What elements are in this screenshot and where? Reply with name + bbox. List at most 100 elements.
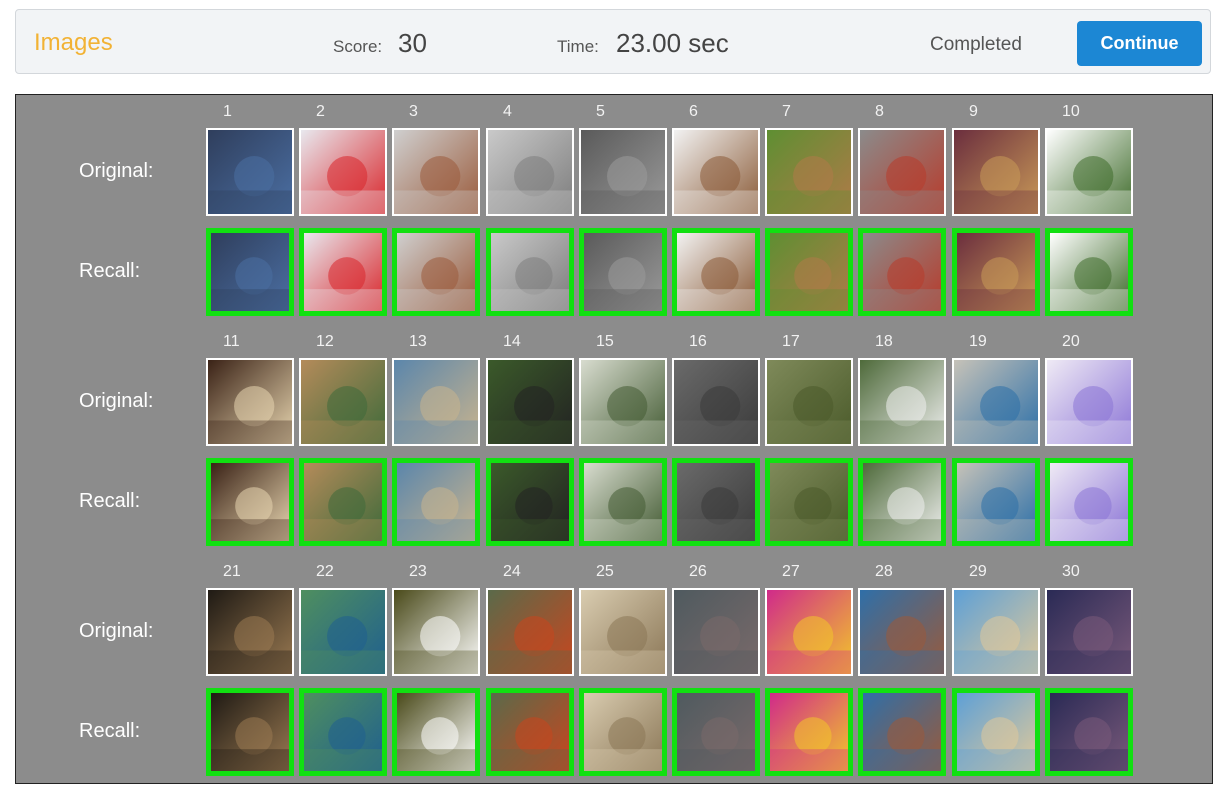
image-number: 15 [596,333,614,350]
original-row-label: Original: [79,160,154,182]
image-number: 13 [409,333,427,350]
image-number: 20 [1062,333,1080,350]
recall-image-7 [765,228,853,316]
image-number: 28 [875,563,893,580]
image-number: 3 [409,103,418,120]
recall-image-6 [672,228,760,316]
recall-image-23 [392,688,480,776]
time-value: 23.00 sec [616,28,729,58]
image-number: 23 [409,563,427,580]
image-number: 30 [1062,563,1080,580]
recall-image-3 [392,228,480,316]
recall-row-label: Recall: [79,720,141,742]
original-image-27 [765,588,853,676]
original-image-1 [206,128,294,216]
image-number: 21 [223,563,241,580]
image-group-3: Original: Recall: 21 22 23 24 25 26 27 28 29 30 [16,555,1212,785]
page-title: Images [34,29,113,56]
original-image-15 [579,358,667,446]
image-number: 19 [969,333,987,350]
original-image-19 [952,358,1040,446]
recall-image-25 [579,688,667,776]
image-number: 27 [782,563,800,580]
recall-image-16 [672,458,760,546]
continue-button[interactable]: Continue [1077,21,1202,66]
recall-image-10 [1045,228,1133,316]
status-text: Completed [930,34,1022,55]
recall-image-2 [299,228,387,316]
original-image-7 [765,128,853,216]
original-image-29 [952,588,1040,676]
recall-image-11 [206,458,294,546]
recall-image-1 [206,228,294,316]
recall-image-5 [579,228,667,316]
results-board: Original: Recall: 1 2 3 4 5 6 7 8 9 10 Original: Reca… [15,94,1213,784]
original-image-21 [206,588,294,676]
recall-image-28 [858,688,946,776]
recall-image-19 [952,458,1040,546]
image-number: 1 [223,103,232,120]
original-image-13 [392,358,480,446]
original-image-14 [486,358,574,446]
image-group-1: Original: Recall: 1 2 3 4 5 6 7 8 9 10 [16,95,1212,325]
image-number: 5 [596,103,605,120]
image-number: 14 [503,333,521,350]
header-bar: Images Score: 30 Time: 23.00 sec Complet… [15,9,1211,74]
original-row-label: Original: [79,620,154,642]
image-number: 24 [503,563,521,580]
original-image-16 [672,358,760,446]
original-image-25 [579,588,667,676]
recall-image-4 [486,228,574,316]
image-group-2: Original: Recall: 11 12 13 14 15 16 17 18 19 20 [16,325,1212,555]
original-image-8 [858,128,946,216]
recall-row-label: Recall: [79,260,141,282]
original-image-30 [1045,588,1133,676]
score-label: Score: [333,37,383,56]
original-image-23 [392,588,480,676]
image-number: 7 [782,103,791,120]
image-number: 8 [875,103,884,120]
recall-row-label: Recall: [79,490,141,512]
image-number: 11 [223,333,240,350]
original-image-2 [299,128,387,216]
original-image-20 [1045,358,1133,446]
score-value: 30 [398,28,427,58]
image-number: 12 [316,333,334,350]
image-number: 29 [969,563,987,580]
original-row-label: Original: [79,390,154,412]
image-number: 22 [316,563,334,580]
recall-image-14 [486,458,574,546]
recall-image-9 [952,228,1040,316]
original-image-28 [858,588,946,676]
image-number: 10 [1062,103,1080,120]
recall-image-22 [299,688,387,776]
image-number: 26 [689,563,707,580]
image-number: 25 [596,563,614,580]
recall-image-15 [579,458,667,546]
image-number: 2 [316,103,325,120]
original-image-10 [1045,128,1133,216]
original-image-5 [579,128,667,216]
original-image-11 [206,358,294,446]
recall-image-20 [1045,458,1133,546]
time-label: Time: [557,37,599,56]
original-image-4 [486,128,574,216]
image-number: 16 [689,333,707,350]
recall-image-29 [952,688,1040,776]
recall-image-8 [858,228,946,316]
original-image-24 [486,588,574,676]
original-image-12 [299,358,387,446]
recall-image-30 [1045,688,1133,776]
original-image-9 [952,128,1040,216]
recall-image-12 [299,458,387,546]
original-image-22 [299,588,387,676]
image-number: 17 [782,333,800,350]
recall-image-24 [486,688,574,776]
original-image-3 [392,128,480,216]
recall-image-26 [672,688,760,776]
image-number: 4 [503,103,512,120]
recall-image-17 [765,458,853,546]
image-number: 18 [875,333,893,350]
recall-image-21 [206,688,294,776]
image-number: 6 [689,103,698,120]
